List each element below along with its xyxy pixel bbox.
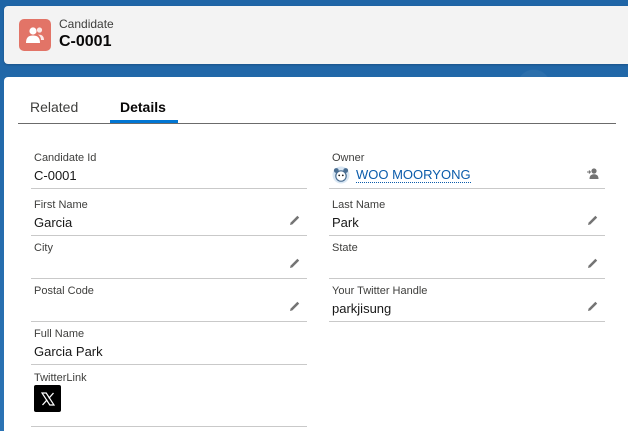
field-twitter-link: TwitterLink xyxy=(31,366,307,427)
avatar xyxy=(332,166,350,184)
pencil-icon[interactable] xyxy=(586,256,600,270)
record-detail-card: Related Details Candidate Id C-0001 Firs… xyxy=(4,77,628,431)
pencil-icon[interactable] xyxy=(288,299,302,313)
field-value: Park xyxy=(332,215,359,230)
record-header: Candidate C-0001 xyxy=(4,6,628,64)
field-owner: Owner WOO MOORYONG xyxy=(329,146,605,189)
field-twitter-handle: Your Twitter Handle parkjisung xyxy=(329,279,605,322)
pencil-icon[interactable] xyxy=(288,256,302,270)
field-label: City xyxy=(34,242,53,254)
field-value: Garcia xyxy=(34,215,73,230)
pencil-icon[interactable] xyxy=(586,299,600,313)
field-state: State xyxy=(329,236,605,279)
owner-link[interactable]: WOO MOORYONG xyxy=(356,168,471,183)
pencil-icon[interactable] xyxy=(288,213,302,227)
change-owner-icon[interactable] xyxy=(586,166,600,180)
pencil-icon[interactable] xyxy=(586,213,600,227)
tab-related[interactable]: Related xyxy=(30,99,78,115)
x-logo-icon[interactable] xyxy=(34,385,61,412)
tab-details[interactable]: Details xyxy=(120,99,166,115)
field-postal-code: Postal Code xyxy=(31,279,307,322)
record-title: C-0001 xyxy=(59,33,112,50)
field-label: Last Name xyxy=(332,199,386,211)
object-type-label: Candidate xyxy=(59,17,114,31)
field-last-name: Last Name Park xyxy=(329,193,605,236)
field-label: State xyxy=(332,242,358,254)
field-city: City xyxy=(31,236,307,279)
field-first-name: First Name Garcia xyxy=(31,193,307,236)
field-label: First Name xyxy=(34,199,88,211)
active-tab-indicator xyxy=(110,120,178,123)
field-label: Owner xyxy=(332,152,365,164)
field-value: C-0001 xyxy=(34,168,77,183)
field-label: Full Name xyxy=(34,328,85,340)
field-value: Garcia Park xyxy=(34,344,103,359)
field-label: Your Twitter Handle xyxy=(332,285,428,297)
tab-bar: Related Details xyxy=(18,77,616,124)
field-value: parkjisung xyxy=(332,301,392,316)
field-full-name: Full Name Garcia Park xyxy=(31,322,307,365)
field-label: Candidate Id xyxy=(34,152,97,164)
field-candidate-id: Candidate Id C-0001 xyxy=(31,146,307,189)
candidate-icon xyxy=(19,19,51,51)
field-label: TwitterLink xyxy=(34,372,87,384)
field-label: Postal Code xyxy=(34,285,94,297)
